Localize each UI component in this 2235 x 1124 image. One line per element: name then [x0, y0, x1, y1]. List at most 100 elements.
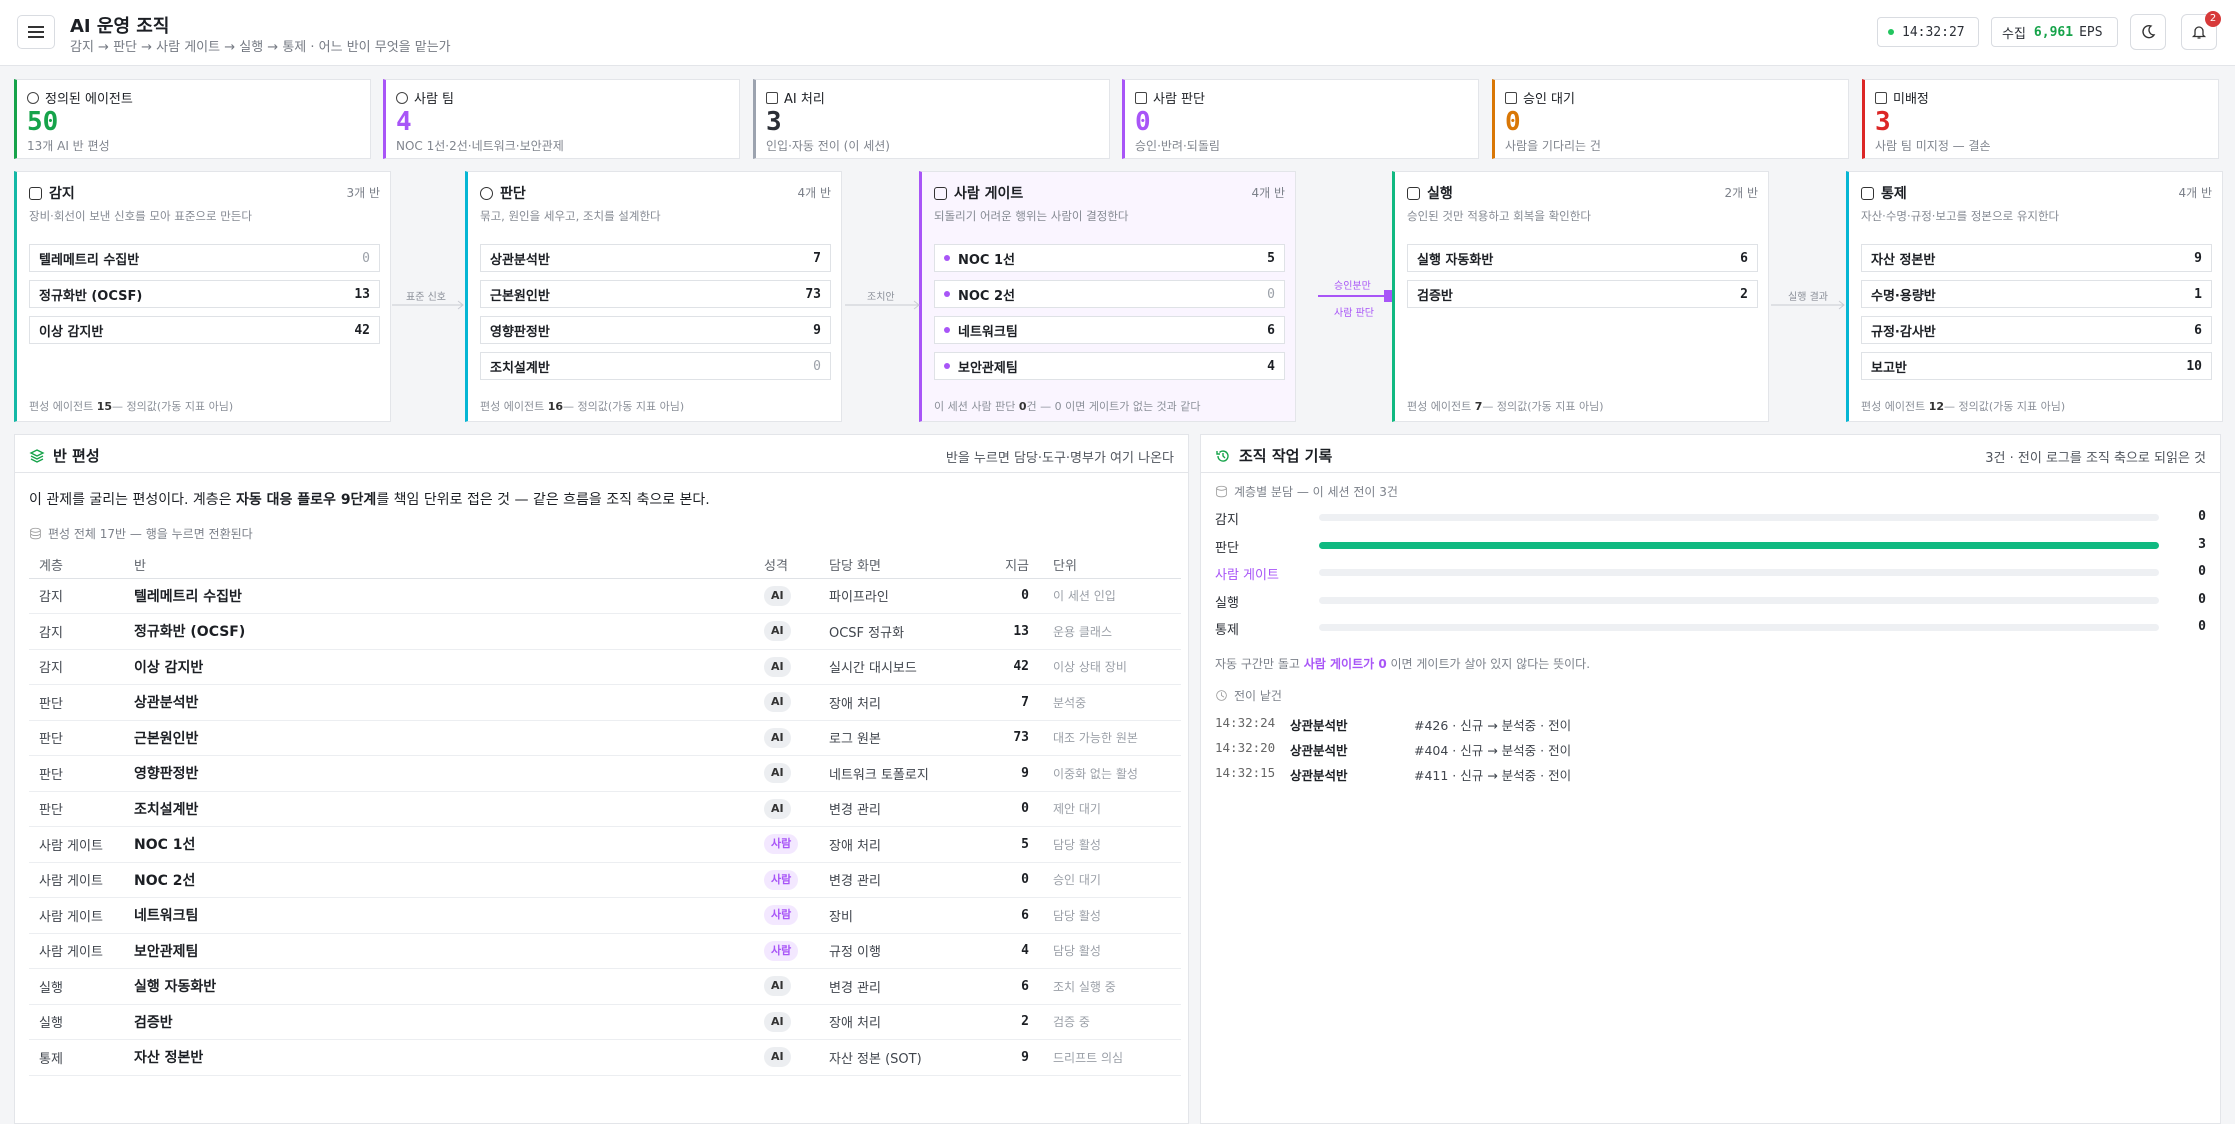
cell-unit: 상관분석반	[124, 684, 754, 721]
table-row[interactable]: 사람 게이트 NOC 2선 사람 변경 관리 0 승인 대기	[29, 862, 1181, 898]
roster-title: 반 편성	[53, 447, 100, 465]
cell-now: 0	[981, 862, 1043, 898]
cell-layer: 사람 게이트	[29, 897, 124, 934]
cell-unit: 영향판정반	[124, 755, 754, 792]
distribution-value: 3	[2198, 536, 2206, 552]
cell-unit: 보안관제팀	[124, 933, 754, 969]
cell-unit: 근본원인반	[124, 720, 754, 756]
recent-title: 전이 낱건	[1215, 687, 1282, 704]
log-panel: 조직 작업 기록 3건 · 전이 로그를 조직 축으로 되읽은 것 계층별 분담 …	[1200, 434, 2221, 1124]
col-header: 담당 화면	[819, 552, 981, 579]
distribution-bar	[1319, 624, 2159, 631]
cell-screen: 로그 원본	[819, 720, 981, 756]
cell-unit: 자산 정본반	[124, 1039, 754, 1076]
type-badge: AI	[764, 727, 791, 748]
note-text: 자동 구간만 돌고	[1215, 657, 1304, 671]
table-row[interactable]: 판단 조치설계반 AI 변경 관리 0 제안 대기	[29, 791, 1181, 827]
table-row[interactable]: 사람 게이트 보안관제팀 사람 규정 이행 4 담당 활성	[29, 933, 1181, 969]
entry-time: 14:32:24	[1215, 715, 1276, 730]
roster-panel: 반 편성 반을 누르면 담당·도구·명부가 여기 나온다 이 관제를 굴리는 편성…	[14, 434, 1189, 1124]
cell-screen: 변경 관리	[819, 791, 981, 827]
cell-layer: 감지	[29, 649, 124, 685]
col-header: 성격	[754, 552, 819, 579]
table-header: 계층 반 성격 담당 화면 지금 단위	[29, 552, 1181, 579]
table-row[interactable]: 판단 근본원인반 AI 로그 원본 73 대조 가능한 원본	[29, 720, 1181, 756]
table-row[interactable]: 감지 정규화반 (OCSF) AI OCSF 정규화 13 운용 클래스	[29, 613, 1181, 650]
cell-layer: 실행	[29, 968, 124, 1005]
cell-now: 0	[981, 791, 1043, 827]
entry-unit: 상관분석반	[1290, 743, 1348, 758]
type-badge: 사람	[764, 834, 799, 855]
col-header: 지금	[981, 552, 1043, 579]
cell-now: 42	[981, 649, 1043, 685]
col-header: 단위	[1043, 552, 1181, 579]
table-row[interactable]: 실행 실행 자동화반 AI 변경 관리 6 조치 실행 중	[29, 968, 1181, 1005]
distribution-bar	[1319, 569, 2159, 576]
cell-layer: 판단	[29, 684, 124, 721]
cell-unit-desc: 담당 활성	[1043, 933, 1181, 969]
cell-now: 7	[981, 684, 1043, 721]
cell-unit: 검증반	[124, 1004, 754, 1040]
cell-now: 6	[981, 897, 1043, 934]
stack-icon	[30, 527, 41, 540]
cell-layer: 실행	[29, 1004, 124, 1040]
entry-time: 14:32:15	[1215, 765, 1276, 780]
entry-unit: 상관분석반	[1290, 718, 1348, 733]
cell-screen: 파이프라인	[819, 578, 981, 614]
col-header: 계층	[29, 552, 124, 579]
table-row[interactable]: 감지 이상 감지반 AI 실시간 대시보드 42 이상 상태 장비	[29, 649, 1181, 685]
cell-now: 9	[981, 755, 1043, 792]
distribution-value: 0	[2198, 509, 2206, 524]
roster-hint: 반을 누르면 담당·도구·명부가 여기 나온다	[945, 451, 1174, 466]
roster-intro: 이 관제를 굴리는 편성이다. 계층은 자동 대응 플로우 9단계를 책임 단위…	[29, 489, 710, 509]
entry-time: 14:32:20	[1215, 740, 1276, 755]
cell-unit-desc: 드리프트 의심	[1043, 1039, 1181, 1076]
history-icon	[1216, 449, 1229, 462]
cell-unit-desc: 담당 활성	[1043, 897, 1181, 934]
log-title: 조직 작업 기록	[1239, 447, 1333, 465]
table-row[interactable]: 판단 상관분석반 AI 장애 처리 7 분석중	[29, 684, 1181, 721]
cell-unit-desc: 이상 상태 장비	[1043, 649, 1181, 685]
entry-text: #404 · 신규 → 분석중 · 전이	[1414, 743, 1572, 758]
distribution-bar	[1319, 514, 2159, 521]
layers-icon	[29, 448, 45, 463]
cell-layer: 사람 게이트	[29, 826, 124, 863]
cell-screen: 변경 관리	[819, 968, 981, 1005]
cell-now: 5	[981, 826, 1043, 863]
note-text: 이면 게이트가 살아 있지 않다는 뜻이다.	[1386, 657, 1591, 671]
distribution-value: 0	[2198, 564, 2206, 579]
cell-layer: 판단	[29, 791, 124, 827]
distribution-fill	[1319, 541, 2159, 549]
distribution-title-text: 계층별 분담 — 이 세션 전이 3건	[1234, 485, 1398, 499]
cell-layer: 사람 게이트	[29, 862, 124, 898]
cell-unit: 네트워크팀	[124, 897, 754, 934]
table-row[interactable]: 통제 자산 정본반 AI 자산 정본 (SOT) 9 드리프트 의심	[29, 1039, 1181, 1076]
type-badge: AI	[764, 976, 791, 997]
cell-unit-desc: 이 세션 인입	[1043, 578, 1181, 614]
distribution-value: 0	[2198, 591, 2206, 607]
roster-sub-text: 편성 전체 17반 — 행을 누르면 전환된다	[48, 527, 253, 541]
entry-text: #411 · 신규 → 분석중 · 전이	[1414, 768, 1572, 783]
table-row[interactable]: 사람 게이트 NOC 1선 사람 장애 처리 5 담당 활성	[29, 826, 1181, 863]
cell-unit-desc: 조치 실행 중	[1043, 968, 1181, 1005]
cell-screen: 장애 처리	[819, 826, 981, 863]
cell-now: 4	[981, 933, 1043, 969]
distribution-bar	[1319, 596, 2159, 604]
cell-screen: 네트워크 토폴로지	[819, 755, 981, 792]
cell-unit-desc: 대조 가능한 원본	[1043, 720, 1181, 756]
cell-screen: 규정 이행	[819, 933, 981, 969]
table-row[interactable]: 실행 검증반 AI 장애 처리 2 검증 중	[29, 1004, 1181, 1040]
table-row[interactable]: 판단 영향판정반 AI 네트워크 토폴로지 9 이중화 없는 활성	[29, 755, 1181, 792]
cell-unit: NOC 2선	[124, 862, 754, 898]
cell-screen: 장비	[819, 897, 981, 934]
table-row[interactable]: 사람 게이트 네트워크팀 사람 장비 6 담당 활성	[29, 897, 1181, 934]
cell-unit: 정규화반 (OCSF)	[124, 613, 754, 650]
cell-layer: 통제	[29, 1039, 124, 1076]
cell-now: 0	[981, 578, 1043, 614]
table-row[interactable]: 감지 텔레메트리 수집반 AI 파이프라인 0 이 세션 인입	[29, 578, 1181, 614]
type-badge: AI	[764, 798, 791, 819]
cell-unit-desc: 제안 대기	[1043, 791, 1181, 827]
type-badge: AI	[764, 1047, 791, 1068]
cell-unit-desc: 분석중	[1043, 684, 1181, 721]
cell-unit: 텔레메트리 수집반	[124, 578, 754, 614]
